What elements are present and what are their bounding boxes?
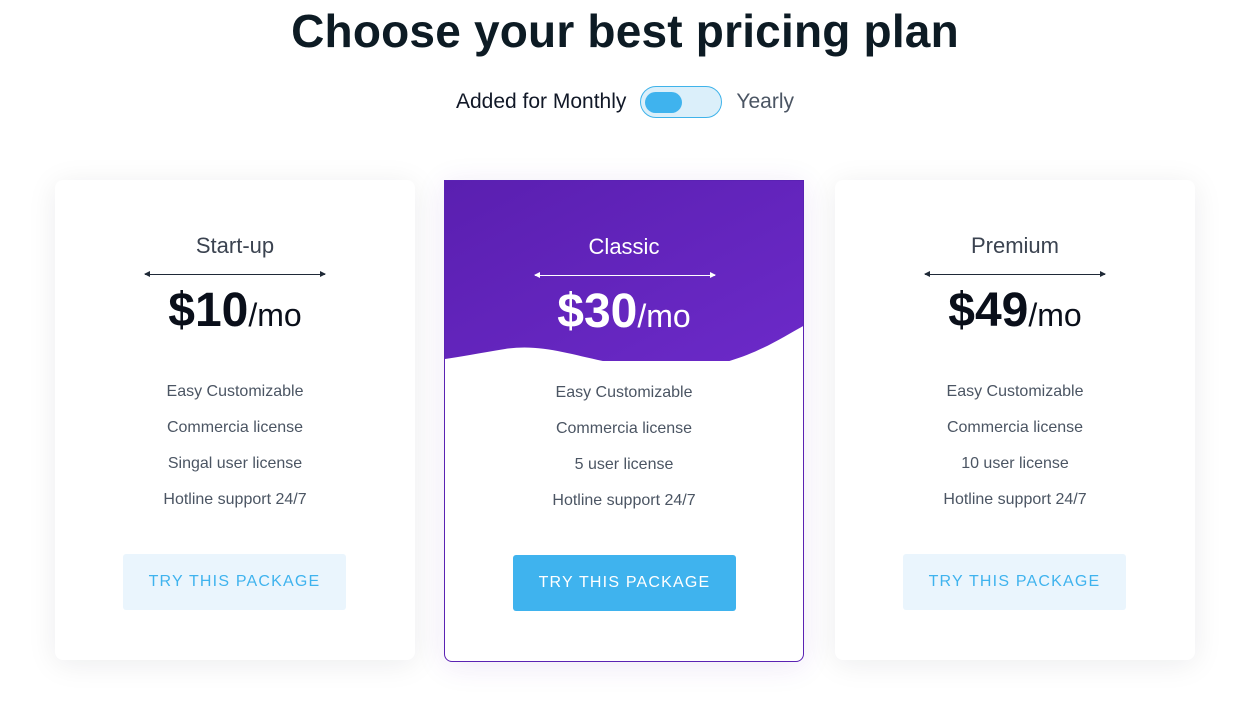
pricing-page: Choose your best pricing plan Added for …: [0, 0, 1250, 721]
feature-item: Commercia license: [166, 419, 304, 436]
feature-list: Easy Customizable Commercia license 10 u…: [835, 381, 1195, 525]
plan-divider: [924, 271, 1106, 277]
page-title: Choose your best pricing plan: [291, 5, 959, 57]
price-unit: /mo: [637, 298, 691, 334]
feature-item: Singal user license: [167, 455, 303, 472]
feature-item: Easy Customizable: [946, 383, 1084, 400]
plan-card-premium: Premium $49/mo Easy Customizable Commerc…: [835, 180, 1195, 660]
try-package-button-startup[interactable]: TRY THIS PACKAGE: [123, 554, 346, 610]
plan-card-startup: Start-up $10/mo Easy Customizable Commer…: [55, 180, 415, 660]
plan-price: $30/mo: [445, 284, 803, 339]
plan-name: Start-up: [195, 233, 275, 258]
toggle-knob: [645, 92, 683, 113]
feature-list: Easy Customizable Commercia license Sing…: [55, 381, 415, 525]
feature-item: 5 user license: [574, 456, 674, 473]
plan-name: Classic: [588, 234, 660, 259]
price-amount: $10: [168, 284, 249, 337]
plan-divider: [534, 272, 716, 278]
plan-card-classic: Classic $30/mo Easy Customizable Commerc…: [444, 180, 804, 662]
price-unit: /mo: [1028, 297, 1082, 333]
billing-toggle[interactable]: [640, 86, 723, 118]
feature-item: Commercia license: [555, 420, 693, 437]
billing-switch: Added for Monthly Yearly: [0, 86, 1250, 118]
feature-item: Easy Customizable: [555, 384, 693, 401]
plan-divider: [144, 271, 326, 277]
price-amount: $30: [557, 285, 638, 338]
plan-price: $10/mo: [55, 283, 415, 338]
plan-price: $49/mo: [835, 283, 1195, 338]
feature-item: Commercia license: [946, 419, 1084, 436]
feature-item: Easy Customizable: [166, 383, 304, 400]
feature-item: 10 user license: [961, 455, 1069, 472]
price-amount: $49: [948, 284, 1029, 337]
plan-name: Premium: [970, 233, 1059, 258]
feature-item: Hotline support 24/7: [163, 491, 307, 508]
feature-item: Hotline support 24/7: [552, 492, 696, 509]
try-package-button-premium[interactable]: TRY THIS PACKAGE: [903, 554, 1126, 610]
price-unit: /mo: [248, 297, 302, 333]
feature-item: Hotline support 24/7: [943, 491, 1087, 508]
try-package-button-classic[interactable]: TRY THIS PACKAGE: [513, 555, 736, 611]
feature-list: Easy Customizable Commercia license 5 us…: [445, 382, 803, 526]
monthly-label: Added for Monthly: [455, 90, 627, 113]
yearly-label: Yearly: [736, 90, 795, 113]
